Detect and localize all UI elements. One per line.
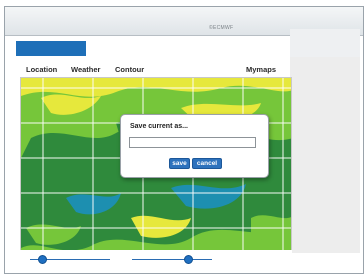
left-slider-knob[interactable] — [38, 255, 47, 264]
menu-location[interactable]: Location — [26, 65, 57, 74]
blue-action-button[interactable] — [16, 41, 86, 56]
cancel-button[interactable]: cancel — [192, 158, 222, 169]
save-button[interactable]: save — [169, 158, 190, 169]
right-slider-track[interactable] — [132, 259, 212, 260]
menu-mymaps[interactable]: Mymaps — [246, 65, 276, 74]
save-dialog: Save current as... save cancel — [120, 114, 269, 178]
save-dialog-title: Save current as... — [130, 123, 188, 130]
time-slider-bar — [20, 250, 292, 270]
right-header-strip — [290, 29, 360, 57]
right-panel — [290, 57, 360, 253]
menu-contour[interactable]: Contour — [115, 65, 144, 74]
save-name-input[interactable] — [129, 137, 256, 148]
ecmwf-credit: ©ECMWF — [209, 25, 234, 31]
menu-weather[interactable]: Weather — [71, 65, 100, 74]
right-slider-knob[interactable] — [184, 255, 193, 264]
menu-bar: Location Weather Contour Mymaps — [20, 63, 292, 77]
